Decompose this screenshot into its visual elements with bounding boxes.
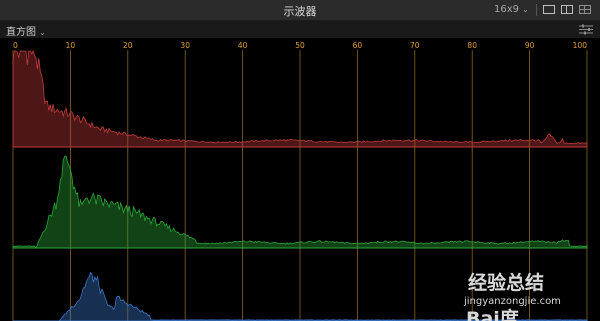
chevron-down-icon: ⌄ (522, 5, 529, 14)
scale-tick-label: 30 (180, 41, 190, 50)
scale-tick-label: 90 (525, 41, 535, 50)
watermark-title: 经验总结 (468, 271, 544, 294)
single-view-icon[interactable] (543, 5, 555, 14)
scale-tick-label: 40 (238, 41, 248, 50)
divider (536, 4, 537, 16)
scale-labels: 0 10 20 30 40 50 60 70 80 90 100 (13, 41, 587, 50)
aspect-preset-dropdown[interactable]: 16x9 ⌄ (494, 4, 529, 15)
split-view-icon[interactable] (561, 5, 573, 14)
scale-tick-label: 20 (123, 41, 133, 50)
scale-tick-label: 10 (66, 41, 76, 50)
watermark: 经验总结 jingyanzongjie.com Bai度 (463, 271, 561, 321)
scope-toolbar: 直方图 ⌄ (0, 21, 600, 38)
title-bar: 示波器 16x9 ⌄ (0, 0, 600, 21)
settings-sliders-icon[interactable] (578, 24, 594, 35)
scale-tick-label: 100 (573, 41, 588, 50)
watermark-logo: Bai度 (466, 307, 520, 321)
scale-tick-label: 80 (467, 41, 477, 50)
scale-tick-label: 0 (13, 41, 18, 50)
histogram-scope: 0 10 20 30 40 50 60 70 80 90 100 经验总结 jingyanzongj… (12, 41, 588, 321)
scale-tick-label: 70 (410, 41, 420, 50)
aspect-preset-label: 16x9 (494, 4, 520, 15)
scope-mode-label: 直方图 (6, 27, 36, 38)
watermark-url: jingyanzongjie.com (463, 296, 561, 307)
quad-view-icon[interactable] (579, 5, 591, 14)
scale-tick-label: 50 (295, 41, 305, 50)
scope-mode-dropdown[interactable]: 直方图 ⌄ (6, 23, 46, 38)
chevron-down-icon: ⌄ (39, 28, 46, 37)
scale-tick-label: 60 (353, 41, 363, 50)
